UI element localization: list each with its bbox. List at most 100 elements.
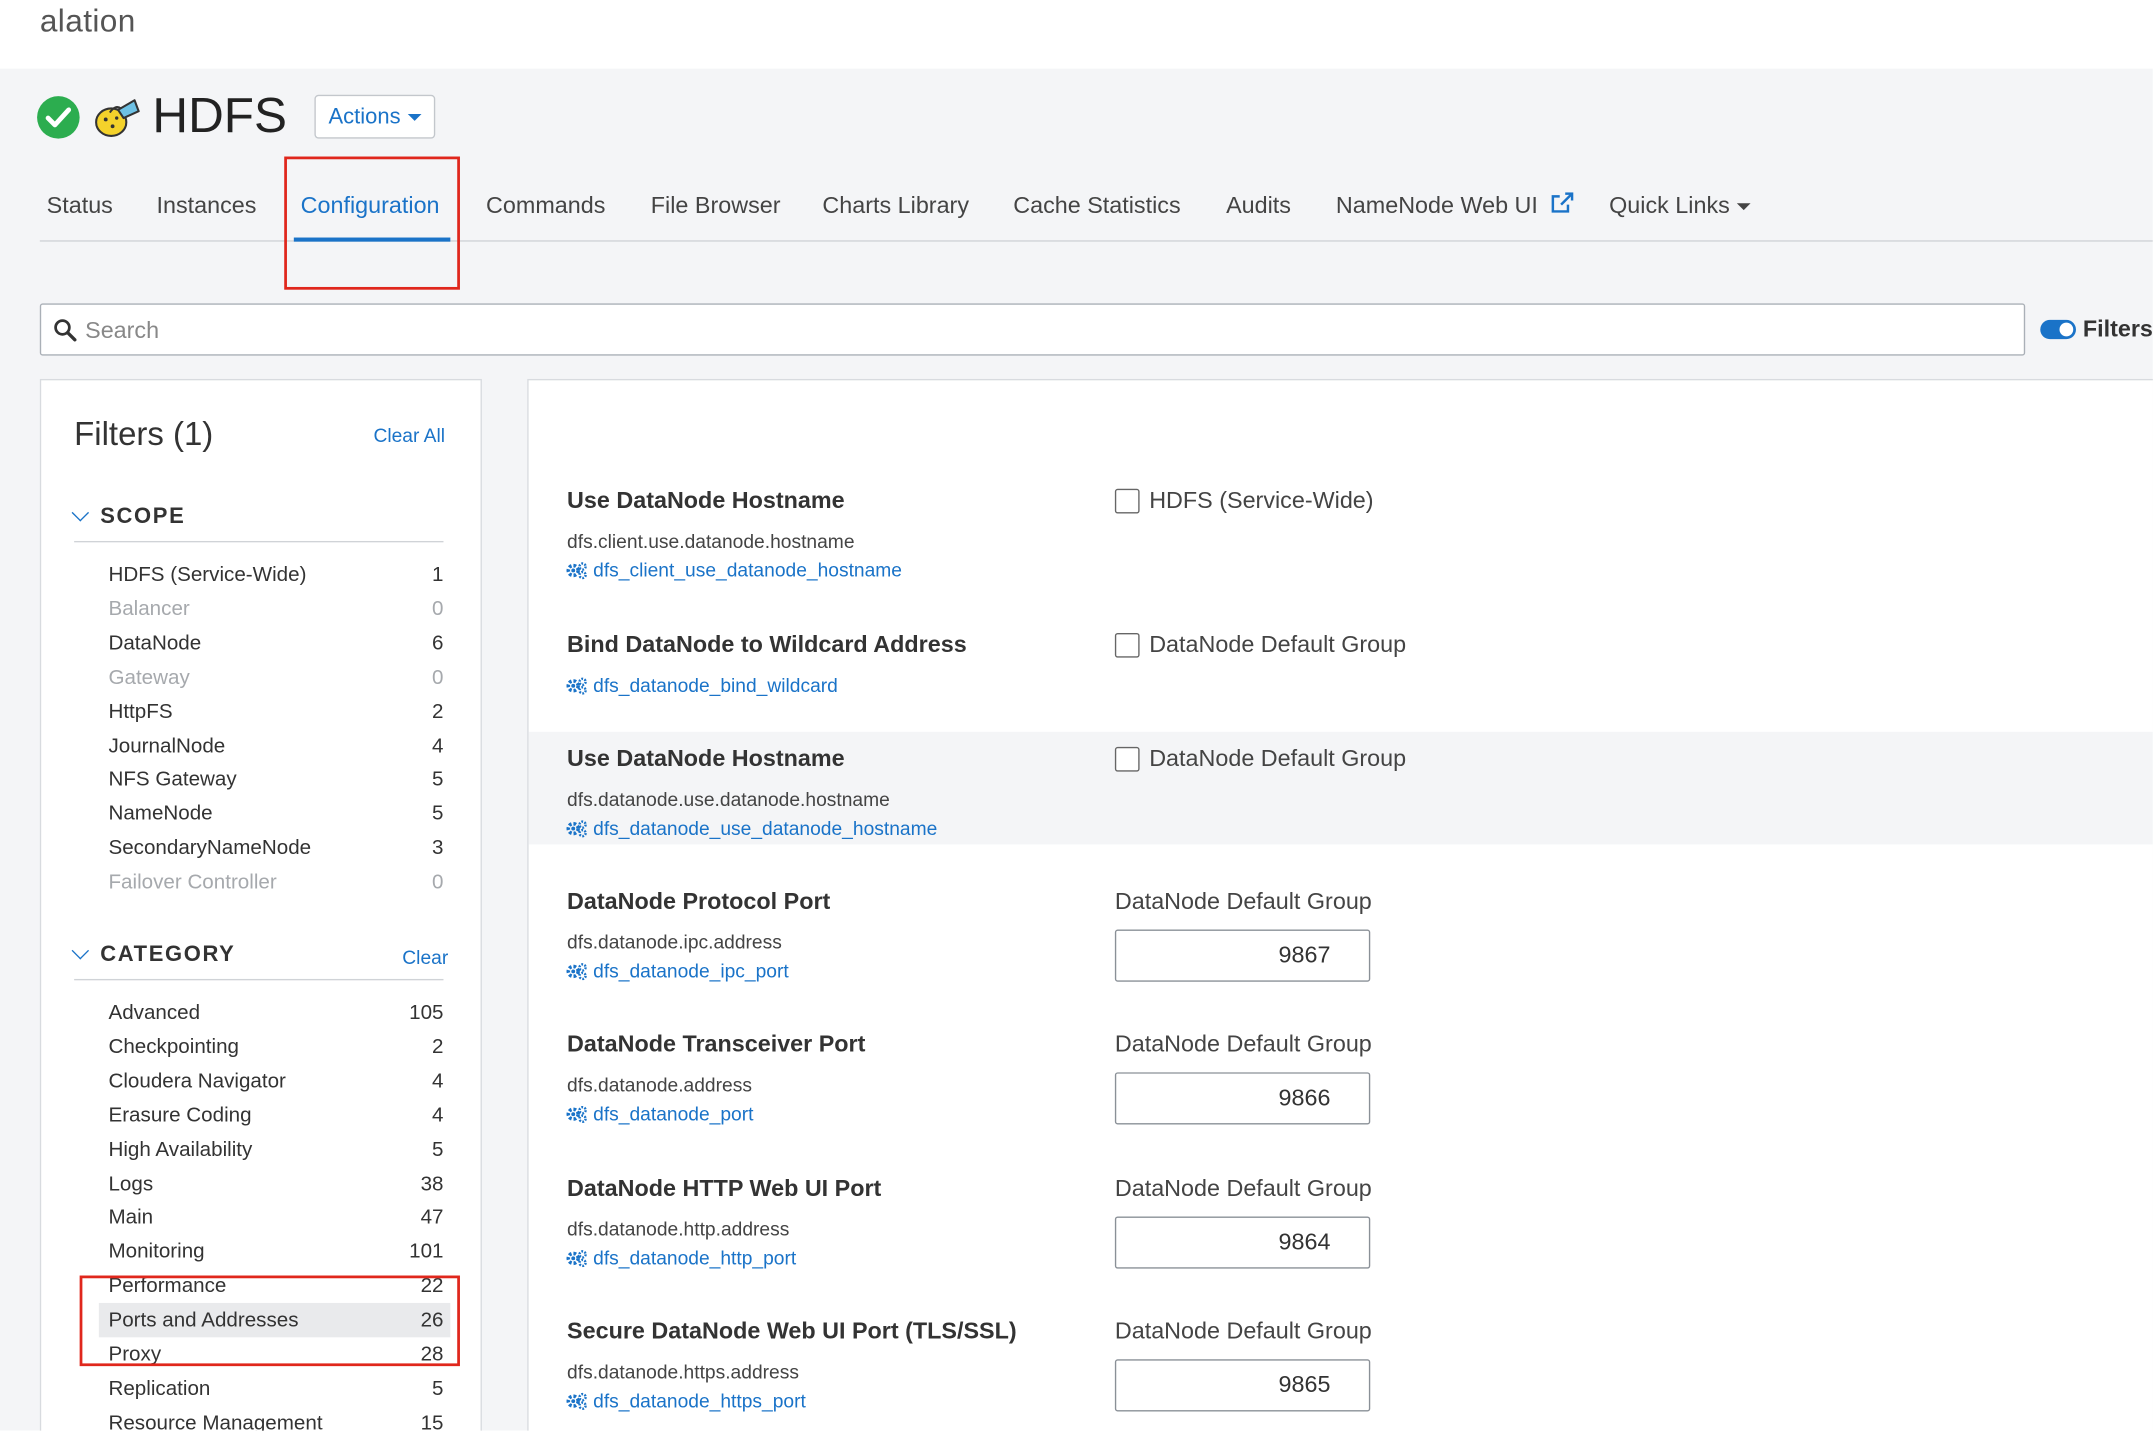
search-icon: [54, 319, 77, 342]
config-row-dfs-datanode-bind-wildcard: Bind DataNode to Wildcard Address dfs_dat…: [529, 618, 2153, 728]
filter-item-count: 1: [432, 562, 444, 587]
highlight-box-configuration-tab: [284, 156, 460, 290]
config-param-link[interactable]: dfs_datanode_use_datanode_hostname: [566, 816, 938, 839]
config-param-name: dfs_datanode_port: [593, 1102, 754, 1125]
actions-dropdown-button[interactable]: Actions: [314, 94, 436, 139]
filter-item-advanced[interactable]: Advanced 105: [99, 995, 450, 1029]
config-row-dfs-client-use-datanode-hostname: Use DataNode Hostname dfs.client.use.data…: [529, 474, 2153, 611]
filter-item-label: Cloudera Navigator: [108, 1069, 286, 1093]
config-value-input[interactable]: [1114, 1216, 1371, 1269]
config-row-dfs-datanode-https-port: Secure DataNode Web UI Port (TLS/SSL) dfs…: [529, 1304, 2153, 1430]
search-input[interactable]: [82, 304, 2011, 357]
config-checkbox[interactable]: [1114, 488, 1140, 514]
gear-icon: [566, 1250, 587, 1268]
filter-item-failover-controller[interactable]: Failover Controller 0: [99, 865, 450, 899]
tab-status[interactable]: Status: [47, 192, 113, 219]
config-param-link[interactable]: dfs_datanode_https_port: [566, 1389, 806, 1411]
filter-item-label: Advanced: [108, 1000, 201, 1025]
tab-cache-statistics[interactable]: Cache Statistics: [1013, 192, 1180, 219]
tab-file-browser[interactable]: File Browser: [651, 192, 781, 219]
config-scope-label: DataNode Default Group: [1149, 631, 1407, 658]
filter-item-label: JournalNode: [108, 733, 226, 758]
config-checkbox[interactable]: [1114, 632, 1140, 658]
gear-icon: [566, 562, 587, 580]
filter-item-resource-management[interactable]: Resource Management 15: [99, 1406, 450, 1431]
config-row-dfs-datanode-port: DataNode Transceiver Port dfs.datanode.ad…: [529, 1017, 2153, 1154]
filter-item-checkpointing[interactable]: Checkpointing 2: [99, 1030, 450, 1064]
clear-category-link[interactable]: Clear: [402, 946, 448, 968]
filter-item-datanode[interactable]: DataNode 6: [99, 626, 450, 660]
filter-item-count: 0: [432, 870, 444, 894]
gear-icon: [566, 1392, 587, 1410]
filter-item-gateway[interactable]: Gateway 0: [99, 660, 450, 694]
hdfs-logo-icon: [93, 96, 140, 140]
filter-item-label: Gateway: [108, 665, 190, 689]
highlight-box-ports-and-addresses: [79, 1275, 460, 1367]
filter-item-label: Checkpointing: [108, 1035, 239, 1059]
filter-item-count: 5: [432, 768, 444, 792]
actions-label: Actions: [328, 105, 401, 130]
filter-item-nfs-gateway[interactable]: NFS Gateway 5: [99, 763, 450, 797]
filter-item-logs[interactable]: Logs 38: [99, 1166, 450, 1200]
config-param-name: dfs_datanode_use_datanode_hostname: [593, 816, 938, 839]
config-param-link[interactable]: dfs_client_use_datanode_hostname: [566, 559, 902, 581]
brand-logo-text: alation: [39, 2, 136, 39]
page: alation HDFS Actions Status Instances Co…: [0, 0, 2153, 1431]
config-param-link[interactable]: dfs_datanode_ipc_port: [566, 960, 789, 982]
tab-commands[interactable]: Commands: [486, 192, 605, 219]
filter-item-main[interactable]: Main 47: [99, 1201, 450, 1235]
config-title: Bind DataNode to Wildcard Address: [567, 631, 967, 658]
config-param-name: dfs_datanode_ipc_port: [593, 959, 789, 982]
filter-item-monitoring[interactable]: Monitoring 101: [99, 1235, 450, 1269]
filter-item-journalnode[interactable]: JournalNode 4: [99, 728, 450, 762]
filter-item-erasure-coding[interactable]: Erasure Coding 4: [99, 1098, 450, 1132]
filter-item-label: Resource Management: [108, 1411, 323, 1431]
tab-audits[interactable]: Audits: [1226, 192, 1291, 219]
config-param-name: dfs_datanode_http_port: [593, 1246, 797, 1269]
filter-item-cloudera-navigator[interactable]: Cloudera Navigator 4: [99, 1064, 450, 1098]
config-scope-label: DataNode Default Group: [1114, 1175, 1372, 1202]
check-circle-icon: [37, 96, 80, 139]
filter-item-count: 38: [420, 1171, 444, 1196]
config-param-name: dfs_client_use_datanode_hostname: [593, 558, 902, 581]
config-scope-label: DataNode Default Group: [1149, 745, 1407, 772]
config-value-input[interactable]: [1114, 929, 1371, 982]
tab-quick-links[interactable]: Quick Links: [1609, 192, 1751, 219]
filter-item-count: 0: [432, 665, 444, 689]
filter-item-label: NameNode: [108, 802, 213, 826]
filter-item-replication[interactable]: Replication 5: [99, 1371, 450, 1405]
config-title: DataNode Protocol Port: [567, 888, 831, 915]
tab-instances[interactable]: Instances: [157, 192, 257, 219]
config-value-input[interactable]: [1114, 1359, 1371, 1412]
filter-item-label: DataNode: [108, 631, 202, 655]
config-param-link[interactable]: dfs_datanode_bind_wildcard: [566, 674, 838, 696]
service-title: HDFS: [152, 86, 287, 143]
config-scope-label: DataNode Default Group: [1114, 1318, 1372, 1345]
gear-icon: [566, 677, 587, 695]
config-title: DataNode HTTP Web UI Port: [567, 1175, 882, 1202]
scope-divider: [74, 540, 444, 543]
config-value-input[interactable]: [1114, 1072, 1371, 1125]
config-title: DataNode Transceiver Port: [567, 1031, 866, 1058]
filter-item-count: 0: [432, 597, 444, 621]
category-section-heading[interactable]: CATEGORY: [100, 943, 235, 968]
config-param-name: dfs_datanode_https_port: [593, 1389, 806, 1412]
clear-all-filters-link[interactable]: Clear All: [373, 424, 445, 446]
filter-item-secondarynamenode[interactable]: SecondaryNameNode 3: [99, 831, 450, 865]
filter-item-namenode[interactable]: NameNode 5: [99, 797, 450, 831]
category-divider: [74, 978, 444, 981]
config-param-name: dfs_datanode_bind_wildcard: [593, 674, 838, 697]
config-checkbox[interactable]: [1114, 746, 1140, 772]
tab-charts-library[interactable]: Charts Library: [822, 192, 969, 219]
filter-item-count: 101: [409, 1240, 444, 1264]
filters-toggle-switch[interactable]: [2040, 319, 2076, 340]
filter-item-balancer[interactable]: Balancer 0: [99, 592, 450, 626]
config-title: Use DataNode Hostname: [567, 487, 845, 514]
scope-section-heading[interactable]: SCOPE: [100, 505, 185, 530]
filter-item-httpfs[interactable]: HttpFS 2: [99, 694, 450, 728]
filter-item-high-availability[interactable]: High Availability 5: [99, 1132, 450, 1166]
config-param-link[interactable]: dfs_datanode_http_port: [566, 1246, 797, 1269]
tab-namenode-web-ui[interactable]: NameNode Web UI: [1336, 192, 1574, 219]
filter-item-hdfs-service-wide[interactable]: HDFS (Service-Wide) 1: [99, 557, 450, 591]
config-param-link[interactable]: dfs_datanode_port: [566, 1102, 754, 1125]
